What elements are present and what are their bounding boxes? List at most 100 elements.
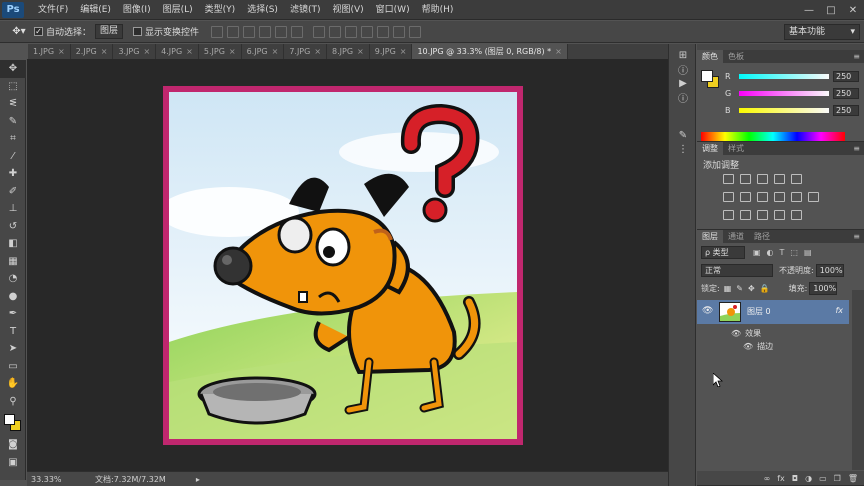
foreground-color-swatch[interactable] <box>4 414 15 425</box>
new-group-icon[interactable]: ▭ <box>819 474 827 483</box>
tab-close-icon[interactable]: × <box>400 47 407 56</box>
vibrance-icon[interactable] <box>791 174 802 184</box>
zoom-level[interactable]: 33.33% <box>27 475 62 484</box>
move-tool-preset-icon[interactable]: ✥▾ <box>4 23 34 41</box>
blue-value-input[interactable]: 250 <box>833 104 859 116</box>
crop-tool-icon[interactable]: ⌗ <box>0 130 26 148</box>
distribute-hcenter-icon[interactable] <box>377 25 390 38</box>
tab-8-jpg[interactable]: 8.JPG × <box>327 44 370 59</box>
workspace-dropdown[interactable]: 基本功能 ▾ <box>784 24 860 40</box>
invert-icon[interactable] <box>723 210 734 220</box>
layer-fx-icon[interactable]: fx <box>835 306 843 315</box>
photo-filter-icon[interactable] <box>774 192 785 202</box>
posterize-icon[interactable] <box>740 210 751 220</box>
tab-close-icon[interactable]: × <box>272 47 279 56</box>
new-layer-icon[interactable]: ❐ <box>834 474 841 483</box>
lasso-tool-icon[interactable]: ᓬ <box>0 95 26 113</box>
filter-type-icons[interactable]: ▣◐T⬚▤ <box>753 248 818 257</box>
status-menu-arrow-icon[interactable]: ▸ <box>196 475 200 484</box>
effects-row[interactable]: 👁 效果 <box>731 328 761 339</box>
show-transform-checkbox[interactable]: 显示变换控件 <box>133 25 199 38</box>
tab-5-jpg[interactable]: 5.JPG × <box>199 44 242 59</box>
panel-menu-icon[interactable]: ≡ <box>853 50 860 63</box>
lock-icons[interactable]: ▦✎✥🔒 <box>724 284 775 293</box>
marquee-tool-icon[interactable]: ⬚ <box>0 78 26 96</box>
curves-icon[interactable] <box>757 174 768 184</box>
eraser-tool-icon[interactable]: ◧ <box>0 235 26 253</box>
tab-layers[interactable]: 图层 <box>697 230 723 243</box>
add-style-icon[interactable]: fx <box>777 474 785 483</box>
color-swatches[interactable] <box>0 410 26 436</box>
tab-close-icon[interactable]: × <box>143 47 150 56</box>
minimize-button[interactable]: — <box>798 0 820 20</box>
selective-color-icon[interactable] <box>791 210 802 220</box>
close-button[interactable]: ✕ <box>842 0 864 20</box>
eyedropper-tool-icon[interactable]: ⁄ <box>0 148 26 166</box>
distribute-right-icon[interactable] <box>393 25 406 38</box>
canvas-area[interactable] <box>27 59 668 471</box>
layer-row-selected[interactable]: 👁 图层 0 fx <box>697 300 849 324</box>
layer-name[interactable]: 图层 0 <box>747 306 771 317</box>
auto-select-dropdown[interactable]: 图层 <box>95 24 124 39</box>
tab-paths[interactable]: 路径 <box>749 230 775 243</box>
align-vcenter-icon[interactable] <box>227 25 240 38</box>
tab-1-jpg[interactable]: 1.JPG × <box>28 44 71 59</box>
green-slider[interactable] <box>739 90 829 96</box>
tab-close-icon[interactable]: × <box>555 47 562 56</box>
align-right-icon[interactable] <box>291 25 304 38</box>
properties-panel-icon[interactable]: ⓘ <box>669 62 697 77</box>
actions-panel-icon[interactable]: ▶ <box>669 76 697 90</box>
menu-select[interactable]: 选择(S) <box>241 0 284 20</box>
red-slider[interactable] <box>739 73 829 79</box>
tab-color[interactable]: 颜色 <box>697 50 723 63</box>
screen-mode-icon[interactable]: ▣ <box>0 454 26 472</box>
brush-panel-icon[interactable]: ✎ <box>669 128 697 142</box>
tab-close-icon[interactable]: × <box>101 47 108 56</box>
auto-align-icon[interactable] <box>409 25 422 38</box>
clone-stamp-tool-icon[interactable]: ⊥ <box>0 200 26 218</box>
maximize-button[interactable]: □ <box>820 0 842 20</box>
distribute-left-icon[interactable] <box>361 25 374 38</box>
tab-4-jpg[interactable]: 4.JPG × <box>156 44 199 59</box>
color-lookup-icon[interactable] <box>808 192 819 202</box>
menu-image[interactable]: 图像(I) <box>117 0 157 20</box>
visibility-eye-icon[interactable]: 👁 <box>743 342 753 351</box>
blend-mode-dropdown[interactable]: 正常 <box>701 264 773 277</box>
tab-close-icon[interactable]: × <box>357 47 364 56</box>
tab-6-jpg[interactable]: 6.JPG × <box>242 44 285 59</box>
new-adjustment-icon[interactable]: ◑ <box>805 474 812 483</box>
menu-edit[interactable]: 编辑(E) <box>74 0 117 20</box>
menu-file[interactable]: 文件(F) <box>32 0 74 20</box>
healing-brush-tool-icon[interactable]: ✚ <box>0 165 26 183</box>
levels-icon[interactable] <box>740 174 751 184</box>
color-panel-swatches[interactable] <box>701 70 723 92</box>
align-left-icon[interactable] <box>259 25 272 38</box>
tab-adjustments[interactable]: 调整 <box>697 142 723 155</box>
add-mask-icon[interactable]: ◘ <box>792 474 798 483</box>
exposure-icon[interactable] <box>774 174 785 184</box>
auto-select-checkbox[interactable]: ✓ 自动选择： <box>34 25 91 38</box>
hue-saturation-icon[interactable] <box>723 192 734 202</box>
gradient-map-icon[interactable] <box>774 210 785 220</box>
tab-3-jpg[interactable]: 3.JPG × <box>113 44 157 59</box>
tab-close-icon[interactable]: × <box>229 47 236 56</box>
distribute-top-icon[interactable] <box>313 25 326 38</box>
gradient-tool-icon[interactable]: ▦ <box>0 253 26 271</box>
menu-window[interactable]: 窗口(W) <box>370 0 416 20</box>
tab-close-icon[interactable]: × <box>186 47 193 56</box>
menu-filter[interactable]: 滤镜(T) <box>284 0 327 20</box>
color-balance-icon[interactable] <box>740 192 751 202</box>
green-value-input[interactable]: 250 <box>833 87 859 99</box>
tab-styles[interactable]: 样式 <box>723 142 749 155</box>
hand-tool-icon[interactable]: ✋ <box>0 375 26 393</box>
tab-swatches[interactable]: 色板 <box>723 50 749 63</box>
blue-slider[interactable] <box>739 107 829 113</box>
shape-tool-icon[interactable]: ▭ <box>0 358 26 376</box>
fill-input[interactable]: 100% <box>809 282 838 295</box>
tab-9-jpg[interactable]: 9.JPG × <box>370 44 413 59</box>
align-top-icon[interactable] <box>211 25 224 38</box>
align-bottom-icon[interactable] <box>243 25 256 38</box>
tab-2-jpg[interactable]: 2.JPG × <box>71 44 114 59</box>
document-canvas[interactable] <box>163 86 523 445</box>
distribute-bottom-icon[interactable] <box>345 25 358 38</box>
